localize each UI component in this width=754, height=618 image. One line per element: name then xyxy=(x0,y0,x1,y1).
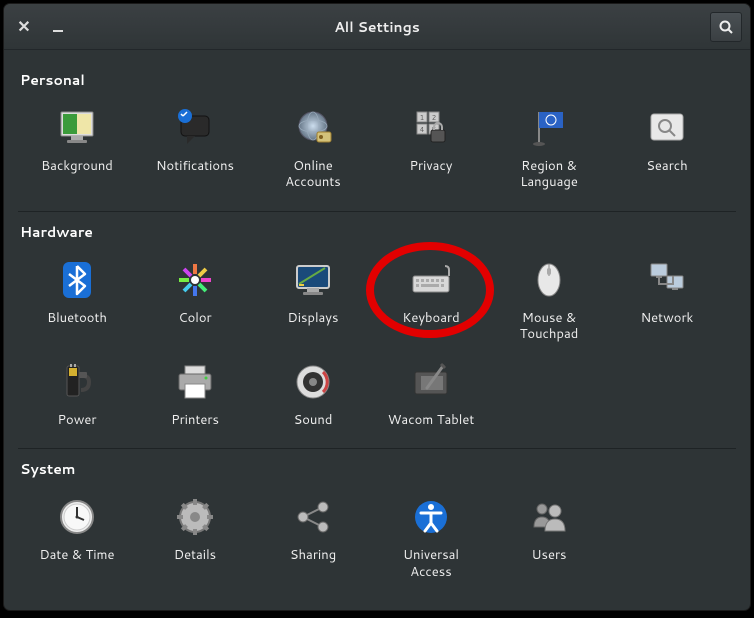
section-label-personal: Personal xyxy=(20,70,736,90)
item-label: Details xyxy=(174,547,216,563)
item-label: Privacy xyxy=(409,158,452,174)
wacom-icon xyxy=(407,358,455,406)
item-keyboard[interactable]: Keyboard xyxy=(372,246,490,349)
section-label-hardware: Hardware xyxy=(20,222,736,242)
item-label: Sound xyxy=(294,412,333,428)
divider xyxy=(18,448,736,449)
item-sharing[interactable]: Sharing xyxy=(254,483,372,586)
item-label: Universal Access xyxy=(403,547,459,580)
date-time-icon xyxy=(53,493,101,541)
item-label: Sharing xyxy=(290,547,336,563)
item-network[interactable]: Network xyxy=(608,246,726,349)
item-online-accounts[interactable]: Online Accounts xyxy=(254,94,372,197)
svg-text:4: 4 xyxy=(420,125,425,135)
bluetooth-icon xyxy=(53,256,101,304)
minimize-button[interactable] xyxy=(46,15,70,39)
titlebar: ✕ All Settings xyxy=(4,4,750,50)
item-details[interactable]: Details xyxy=(136,483,254,586)
item-displays[interactable]: Displays xyxy=(254,246,372,349)
power-icon xyxy=(53,358,101,406)
item-label: Printers xyxy=(171,412,219,428)
item-mouse-touchpad[interactable]: Mouse & Touchpad xyxy=(490,246,608,349)
sound-icon xyxy=(289,358,337,406)
item-label: Power xyxy=(58,412,97,428)
search-app-icon xyxy=(643,104,691,152)
item-region-language[interactable]: Region & Language xyxy=(490,94,608,197)
item-color[interactable]: Color xyxy=(136,246,254,349)
grid-hardware: Bluetooth xyxy=(18,246,736,435)
item-background[interactable]: Background xyxy=(18,94,136,197)
item-label: Network xyxy=(641,310,694,326)
item-label: Notifications xyxy=(156,158,234,174)
item-date-time[interactable]: Date & Time xyxy=(18,483,136,586)
background-icon xyxy=(53,104,101,152)
svg-text:1: 1 xyxy=(420,113,424,123)
displays-icon xyxy=(289,256,337,304)
svg-text:2: 2 xyxy=(432,113,436,123)
content-area: Personal Background xyxy=(4,50,750,610)
item-label: Bluetooth xyxy=(47,310,107,326)
keyboard-icon xyxy=(407,256,455,304)
item-power[interactable]: Power xyxy=(18,348,136,434)
online-accounts-icon xyxy=(289,104,337,152)
item-label: Search xyxy=(646,158,687,174)
item-universal-access[interactable]: Universal Access xyxy=(372,483,490,586)
item-notifications[interactable]: Notifications xyxy=(136,94,254,197)
window-title: All Settings xyxy=(4,17,750,37)
mouse-icon xyxy=(525,256,573,304)
item-label: Online Accounts xyxy=(285,158,340,191)
grid-system: Date & Time xyxy=(18,483,736,586)
item-label: Mouse & Touchpad xyxy=(520,310,579,343)
item-sound[interactable]: Sound xyxy=(254,348,372,434)
close-button[interactable]: ✕ xyxy=(12,15,36,39)
item-privacy[interactable]: 1 2 4 5 Privacy xyxy=(372,94,490,197)
network-icon xyxy=(643,256,691,304)
item-users[interactable]: Users xyxy=(490,483,608,586)
item-label: Background xyxy=(41,158,113,174)
users-icon xyxy=(525,493,573,541)
item-label: Date & Time xyxy=(39,547,114,563)
item-wacom[interactable]: Wacom Tablet xyxy=(372,348,490,434)
item-search[interactable]: Search xyxy=(608,94,726,197)
sharing-icon xyxy=(289,493,337,541)
color-icon xyxy=(171,256,219,304)
grid-personal: Background Notifications xyxy=(18,94,736,197)
item-bluetooth[interactable]: Bluetooth xyxy=(18,246,136,349)
item-label: Color xyxy=(178,310,211,326)
settings-window: ✕ All Settings Personal xyxy=(4,4,750,610)
universal-access-icon xyxy=(407,493,455,541)
item-label: Keyboard xyxy=(402,310,459,326)
notifications-icon xyxy=(171,104,219,152)
section-label-system: System xyxy=(20,459,736,479)
item-label: Region & Language xyxy=(520,158,578,191)
item-label: Users xyxy=(531,547,566,563)
details-icon xyxy=(171,493,219,541)
search-icon xyxy=(718,19,734,35)
search-button[interactable] xyxy=(710,12,742,42)
privacy-icon: 1 2 4 5 xyxy=(407,104,455,152)
item-label: Wacom Tablet xyxy=(388,412,475,428)
printers-icon xyxy=(171,358,219,406)
region-language-icon xyxy=(525,104,573,152)
item-label: Displays xyxy=(288,310,339,326)
item-printers[interactable]: Printers xyxy=(136,348,254,434)
divider xyxy=(18,211,736,212)
